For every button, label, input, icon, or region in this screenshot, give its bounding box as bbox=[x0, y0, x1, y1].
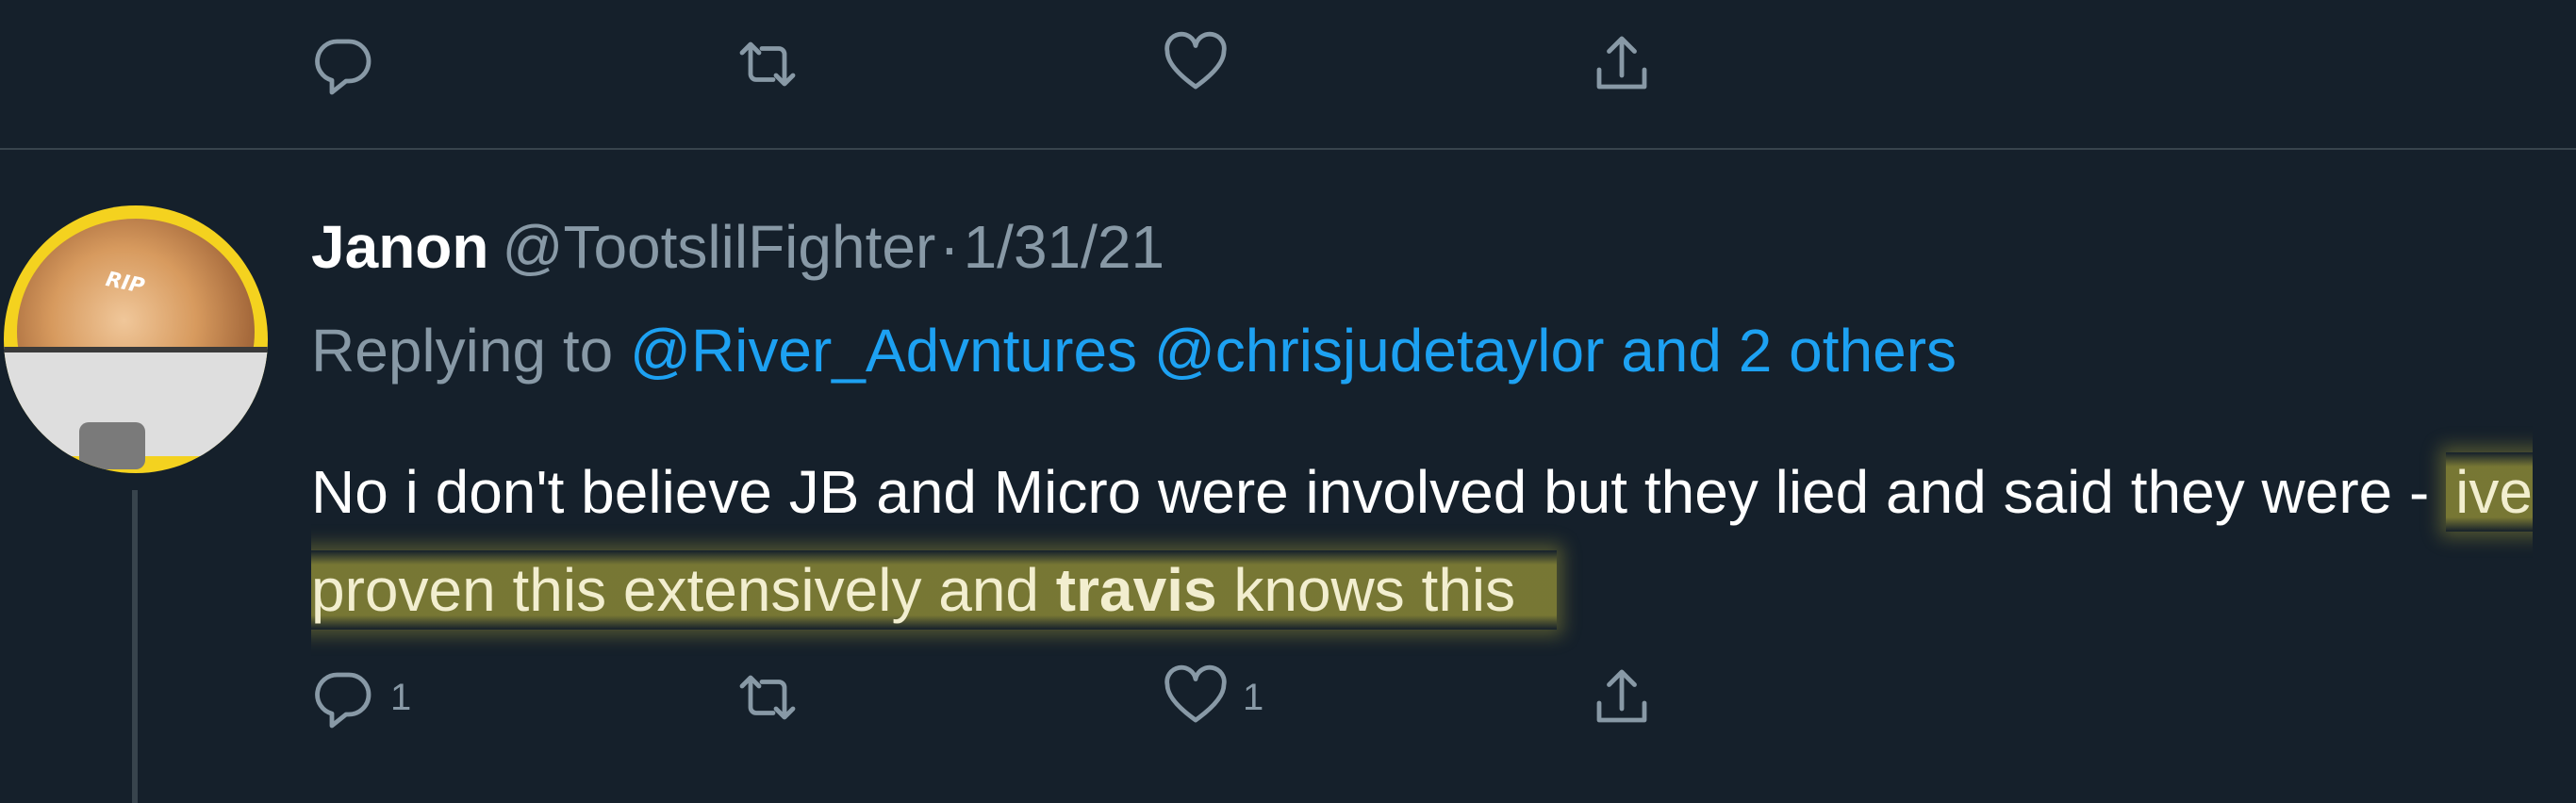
reply-icon bbox=[315, 39, 372, 95]
display-name[interactable]: Janon bbox=[311, 213, 488, 281]
header-separator: · bbox=[939, 213, 960, 281]
mention-river-advntures[interactable]: @River_Advntures bbox=[630, 317, 1137, 385]
retweet-button[interactable] bbox=[734, 660, 801, 735]
avatar[interactable]: RIP bbox=[4, 205, 268, 473]
tweet-date[interactable]: 1/31/21 bbox=[964, 213, 1165, 281]
replying-prefix: Replying to bbox=[311, 317, 614, 385]
reply-count: 1 bbox=[390, 677, 412, 718]
reply-button[interactable]: 1 bbox=[309, 660, 411, 735]
tweet-body-text: No i don't believe JB and Micro were inv… bbox=[311, 458, 2430, 526]
tweet-actions: 1 1 bbox=[0, 660, 2576, 735]
heart-icon bbox=[1164, 31, 1227, 90]
share-icon bbox=[1596, 669, 1647, 723]
like-count: 1 bbox=[1243, 677, 1264, 718]
tweet-header: Janon @TootslilFighter·1/31/21 bbox=[311, 209, 1164, 285]
replying-to: Replying to @River_Advntures @chrisjudet… bbox=[311, 313, 1957, 388]
share-button[interactable] bbox=[1588, 26, 1656, 102]
like-button[interactable] bbox=[1162, 26, 1230, 102]
share-icon bbox=[1596, 36, 1647, 90]
tweet-divider bbox=[0, 148, 2576, 150]
retweet-button[interactable] bbox=[734, 26, 801, 102]
like-button[interactable]: 1 bbox=[1162, 660, 1263, 735]
reply-icon bbox=[315, 672, 372, 729]
retweet-icon bbox=[739, 675, 796, 720]
mention-chrisjudetaylor[interactable]: @chrisjudetaylor bbox=[1154, 317, 1605, 385]
thread-line bbox=[132, 490, 138, 803]
previous-tweet-actions bbox=[0, 26, 2576, 102]
tweet-body: No i don't believe JB and Micro were inv… bbox=[311, 443, 2555, 639]
retweet-icon bbox=[739, 41, 796, 87]
highlight-bold-word: travis bbox=[1055, 556, 1217, 624]
heart-icon bbox=[1164, 664, 1227, 723]
avatar-helmet-knob bbox=[79, 422, 145, 469]
share-button[interactable] bbox=[1588, 660, 1656, 735]
user-handle[interactable]: @TootslilFighter bbox=[502, 213, 935, 281]
reply-button[interactable] bbox=[309, 26, 377, 102]
replying-others-link[interactable]: and 2 others bbox=[1621, 317, 1957, 385]
highlight-after: knows this bbox=[1233, 556, 1516, 624]
